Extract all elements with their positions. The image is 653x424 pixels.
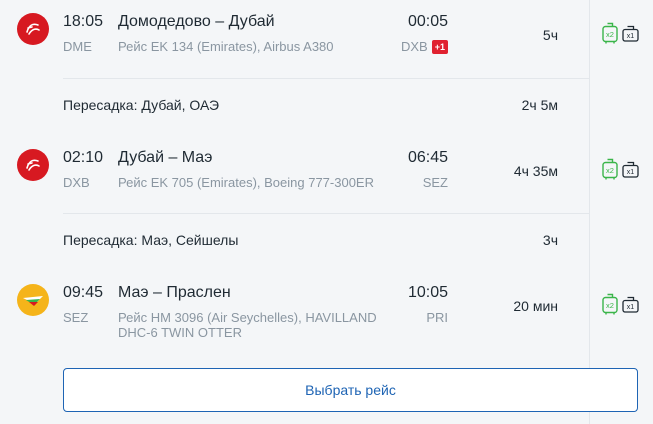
select-flight-button[interactable]: Выбрать рейс — [63, 368, 638, 412]
transfer-duration: 2ч 5м — [521, 97, 558, 113]
checked-baggage-icon: x2 — [602, 158, 618, 180]
divider — [63, 78, 589, 79]
route: Маэ – Праслен — [118, 284, 231, 301]
hand-luggage-icon: x1 — [622, 25, 639, 42]
svg-text:x2: x2 — [606, 166, 614, 175]
arrival-code: DXB — [401, 39, 428, 54]
hand-luggage-icon: x1 — [622, 296, 639, 313]
departure-time: 18:05 — [63, 13, 104, 30]
svg-text:x1: x1 — [627, 304, 635, 311]
flight-duration: 5ч — [542, 27, 558, 43]
checked-baggage-icon: x2 — [602, 293, 618, 315]
flight-segment-2: 02:10 DXB Дубай – Маэ Рейс EK 705 (Emira… — [0, 136, 653, 206]
flight-info: Рейс EK 134 (Emirates), Airbus A380 — [118, 39, 334, 54]
flight-info: Рейс HM 3096 (Air Seychelles), HAVILLAND… — [118, 310, 377, 340]
arrival-code-group: SEZ — [423, 175, 448, 190]
arrival-code: PRI — [426, 310, 448, 325]
departure-code: SEZ — [63, 310, 89, 325]
svg-text:x1: x1 — [627, 169, 635, 176]
arrival-code-group: PRI — [426, 310, 448, 325]
divider — [63, 213, 589, 214]
svg-text:x2: x2 — [606, 301, 614, 310]
next-day-badge: +1 — [431, 39, 448, 54]
departure-time: 02:10 — [63, 149, 104, 166]
hand-luggage-icon: x1 — [622, 161, 639, 178]
flight-segment-3: 09:45 SEZ Маэ – Праслен Рейс HM 3096 (Ai… — [0, 271, 653, 351]
arrival-code: SEZ — [422, 175, 448, 190]
flight-segment-1: 18:05 DME Домодедово – Дубай Рейс EK 134… — [0, 0, 653, 70]
svg-text:x1: x1 — [627, 33, 635, 40]
arrival-time: 06:45 — [407, 149, 448, 166]
checked-baggage-icon: x2 — [602, 22, 618, 44]
arrival-code-group: DXB +1 — [401, 39, 448, 54]
emirates-logo-icon — [17, 13, 49, 45]
arrival-time: 10:05 — [407, 284, 448, 301]
flight-duration: 4ч 35м — [513, 163, 558, 179]
route: Дубай – Маэ — [118, 149, 213, 166]
transfer-duration: 3ч — [542, 232, 558, 248]
departure-code: DXB — [63, 175, 90, 190]
departure-code: DME — [63, 39, 92, 54]
transfer-label: Пересадка: Маэ, Сейшелы — [63, 232, 239, 248]
air-seychelles-logo-icon — [17, 284, 49, 316]
flight-info: Рейс EK 705 (Emirates), Boeing 777-300ER — [118, 175, 374, 190]
arrival-time: 00:05 — [407, 13, 448, 30]
departure-time: 09:45 — [63, 284, 104, 301]
route: Домодедово – Дубай — [118, 13, 275, 30]
emirates-logo-icon — [17, 149, 49, 181]
svg-text:x2: x2 — [606, 30, 614, 39]
flight-duration: 20 мин — [513, 298, 558, 314]
transfer-label: Пересадка: Дубай, ОАЭ — [63, 97, 220, 113]
